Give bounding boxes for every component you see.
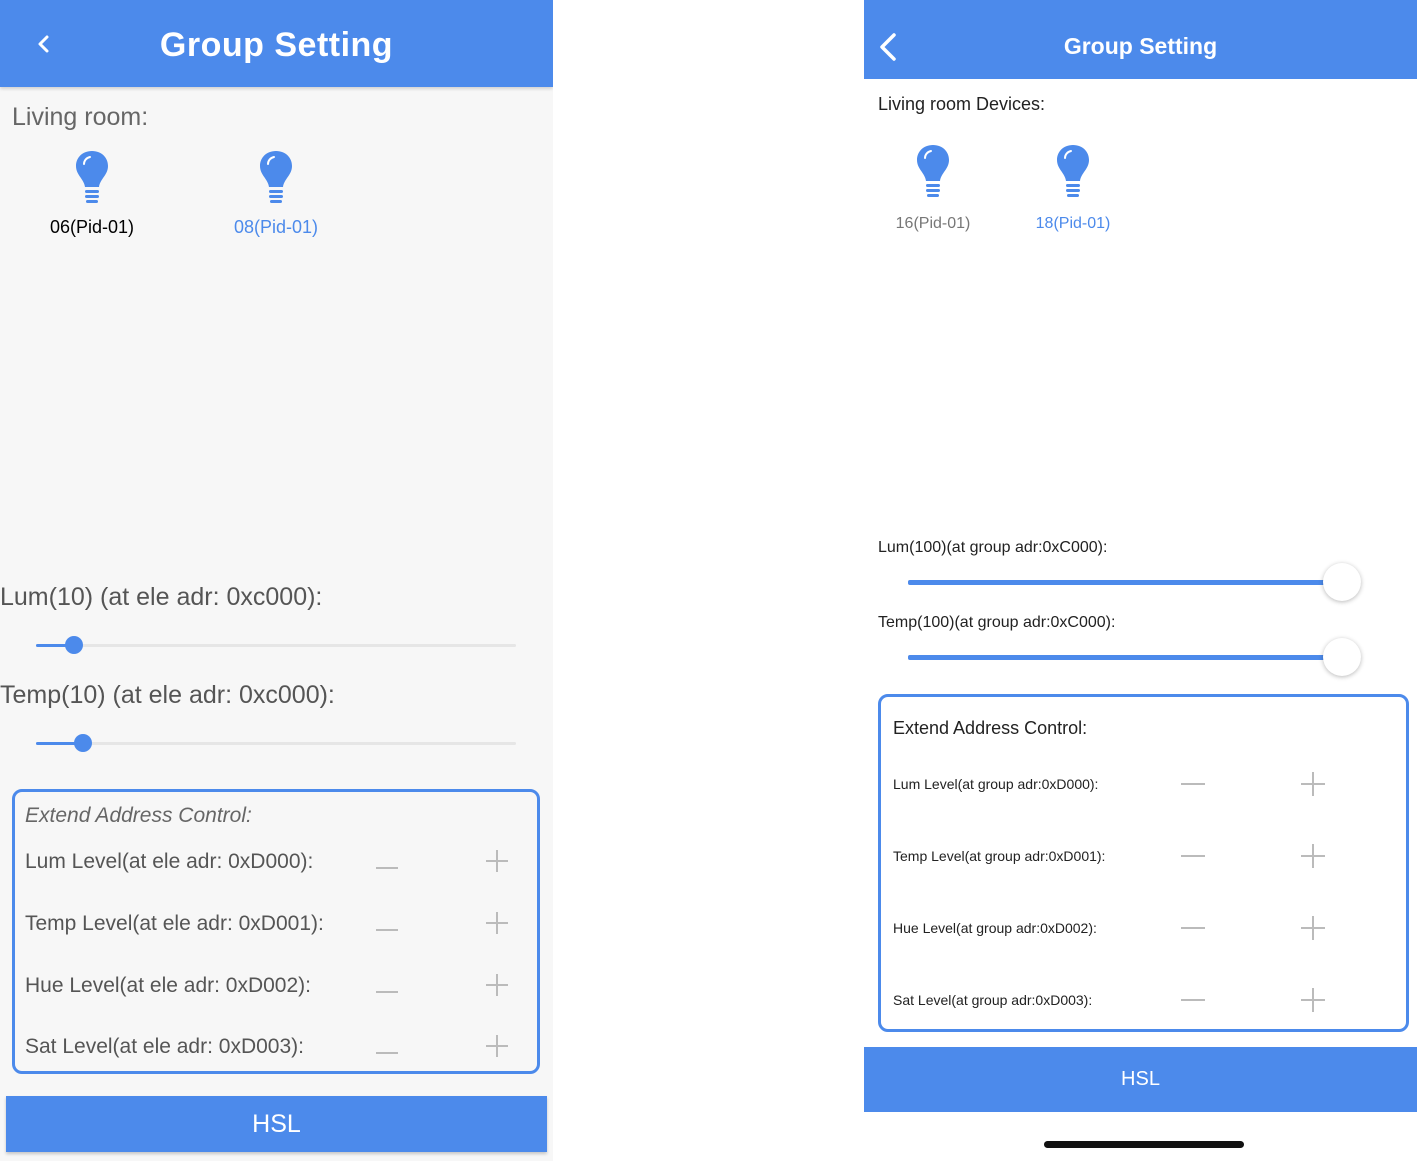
home-indicator[interactable] <box>1044 1141 1244 1148</box>
hsl-button[interactable]: HSL <box>864 1047 1417 1112</box>
lum-slider-label: Lum(10) (at ele adr: 0xc000): <box>0 583 323 611</box>
lightbulb-icon <box>1057 145 1089 197</box>
plus-icon[interactable] <box>485 973 509 997</box>
lightbulb-icon <box>917 145 949 197</box>
device-item-08[interactable]: 08(Pid-01) <box>226 150 326 238</box>
temp-slider-label: Temp(100)(at group adr:0xC000): <box>878 614 1116 631</box>
lum-slider-thumb[interactable] <box>64 636 83 654</box>
minus-icon[interactable] <box>375 1041 399 1065</box>
plus-icon[interactable] <box>485 1034 509 1058</box>
extend-address-control: Extend Address Control: Lum Level(at ele… <box>12 789 540 1074</box>
right-screen: Group Setting Living room Devices: 16(Pi… <box>864 0 1417 1161</box>
temp-slider[interactable] <box>36 734 516 752</box>
plus-icon[interactable] <box>1300 987 1326 1013</box>
device-label: 08(Pid-01) <box>233 217 319 237</box>
room-label: Living room: <box>12 103 149 131</box>
minus-icon[interactable] <box>1180 771 1206 797</box>
row-label: Lum Level(at ele adr: 0xD000): <box>25 850 314 873</box>
row-label: Temp Level(at ele adr: 0xD001): <box>25 912 324 935</box>
row-label: Sat Level(at ele adr: 0xD003): <box>25 1035 304 1058</box>
device-label: 16(Pid-01) <box>895 215 971 232</box>
temp-slider[interactable] <box>908 638 1361 676</box>
plus-icon[interactable] <box>1300 915 1326 941</box>
header-bar: Group Setting <box>0 0 553 87</box>
minus-icon[interactable] <box>1180 915 1206 941</box>
row-label: Hue Level(at ele adr: 0xD002): <box>25 974 311 997</box>
lum-slider-thumb[interactable] <box>1323 563 1361 601</box>
lum-slider-fill <box>908 580 1342 585</box>
lum-slider-label: Lum(100)(at group adr:0xC000): <box>878 539 1108 556</box>
temp-slider-thumb[interactable] <box>1323 638 1361 676</box>
device-label: 18(Pid-01) <box>1035 215 1111 232</box>
lum-slider[interactable] <box>908 563 1361 601</box>
device-item-16[interactable]: 16(Pid-01) <box>883 144 983 233</box>
row-label: Temp Level(at group adr:0xD001): <box>893 848 1106 864</box>
left-screen: Group Setting Living room: 06(Pid-01) 08… <box>0 0 553 1161</box>
lightbulb-icon <box>76 151 108 203</box>
page-title: Group Setting <box>1063 33 1218 59</box>
temp-slider-label: Temp(10) (at ele adr: 0xc000): <box>0 681 335 709</box>
lightbulb-icon <box>260 151 292 203</box>
page-title: Group Setting <box>159 26 394 64</box>
minus-icon[interactable] <box>1180 843 1206 869</box>
room-label: Living room Devices: <box>878 94 1046 114</box>
minus-icon[interactable] <box>375 856 399 880</box>
temp-slider-thumb[interactable] <box>74 734 93 752</box>
device-label: 06(Pid-01) <box>49 217 135 237</box>
row-label: Hue Level(at group adr:0xD002): <box>893 920 1097 936</box>
device-item-06[interactable]: 06(Pid-01) <box>42 150 142 238</box>
device-item-18[interactable]: 18(Pid-01) <box>1023 144 1123 233</box>
plus-icon[interactable] <box>485 849 509 873</box>
minus-icon[interactable] <box>375 980 399 1004</box>
extend-title: Extend Address Control: <box>25 804 252 827</box>
temp-slider-fill <box>908 655 1342 660</box>
minus-icon[interactable] <box>1180 987 1206 1013</box>
hsl-button[interactable]: HSL <box>6 1096 547 1152</box>
plus-icon[interactable] <box>1300 771 1326 797</box>
minus-icon[interactable] <box>375 918 399 942</box>
row-label: Lum Level(at group adr:0xD000): <box>893 776 1099 792</box>
extend-address-control: Extend Address Control: Lum Level(at gro… <box>878 694 1409 1032</box>
header-bar: Group Setting <box>864 0 1417 79</box>
plus-icon[interactable] <box>485 911 509 935</box>
lum-slider[interactable] <box>36 636 516 654</box>
row-label: Sat Level(at group adr:0xD003): <box>893 992 1093 1008</box>
plus-icon[interactable] <box>1300 843 1326 869</box>
extend-title: Extend Address Control: <box>893 718 1088 738</box>
